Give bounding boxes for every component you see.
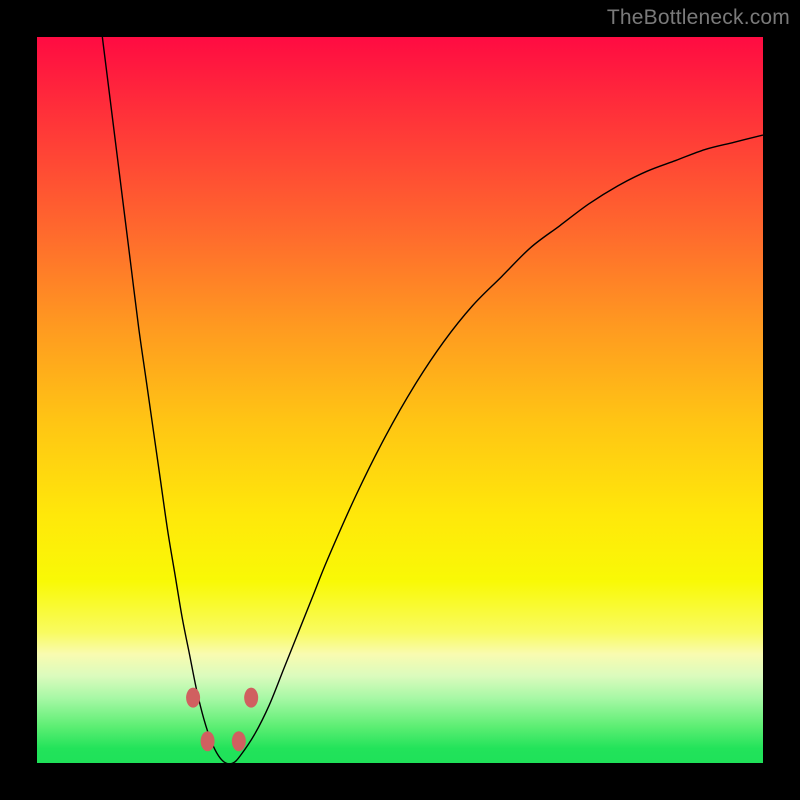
bottleneck-curve-svg — [37, 37, 763, 763]
curve-line — [102, 37, 763, 764]
watermark-text: TheBottleneck.com — [607, 6, 790, 30]
curve-marker — [232, 731, 246, 751]
curve-marker — [201, 731, 215, 751]
plot-area — [37, 37, 763, 763]
chart-frame: TheBottleneck.com — [0, 0, 800, 800]
curve-marker — [186, 688, 200, 708]
curve-marker — [244, 688, 258, 708]
curve-markers — [186, 688, 258, 752]
